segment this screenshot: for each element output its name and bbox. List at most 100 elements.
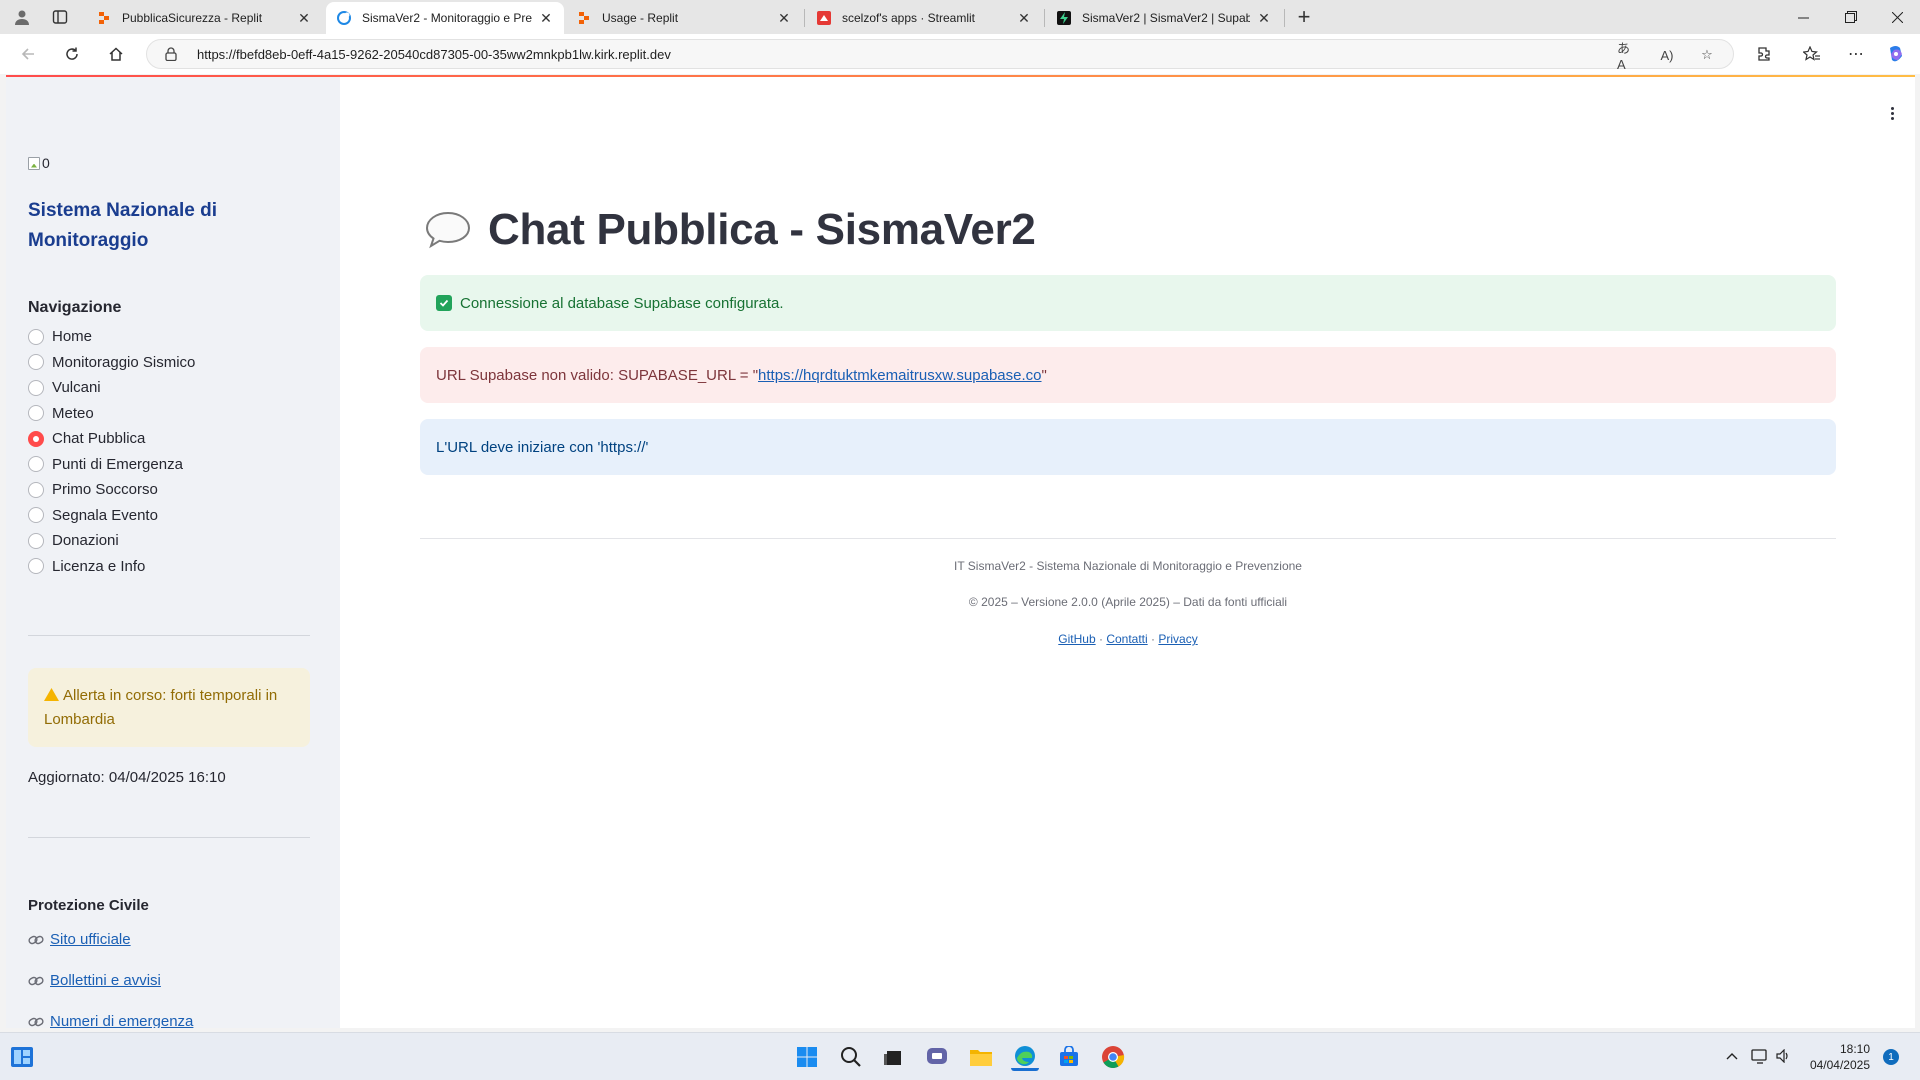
search-icon[interactable] xyxy=(837,1043,865,1071)
chrome-icon[interactable] xyxy=(1099,1043,1127,1071)
radio-button[interactable] xyxy=(28,532,44,549)
favorites-icon[interactable] xyxy=(1800,42,1824,66)
read-aloud-icon[interactable]: A) xyxy=(1657,47,1677,63)
sidebar-divider xyxy=(28,635,310,636)
radio-button[interactable] xyxy=(28,328,44,345)
nav-radio-home[interactable]: Home xyxy=(28,324,195,350)
address-bar-row: https://fbefd8eb-0eff-4a15-9262-20540cd8… xyxy=(0,34,1920,74)
translate-icon[interactable]: あA xyxy=(1617,41,1637,72)
file-explorer-icon[interactable] xyxy=(967,1043,995,1071)
link-icon xyxy=(28,935,44,944)
tab-pubblicasicurezza[interactable]: PubblicaSicurezza - Replit ✕ xyxy=(86,2,322,34)
nav-radio-punti-di-emergenza[interactable]: Punti di Emergenza xyxy=(28,452,195,478)
tab-close-icon[interactable]: ✕ xyxy=(296,10,312,26)
streamlit-icon xyxy=(816,10,832,26)
radio-button[interactable] xyxy=(28,379,44,396)
system-clock[interactable]: 18:10 04/04/2025 xyxy=(1800,1041,1870,1073)
error-alert: URL Supabase non valido: SUPABASE_URL = … xyxy=(420,347,1836,403)
tab-close-icon[interactable]: ✕ xyxy=(776,10,792,26)
tab-separator xyxy=(1044,9,1045,27)
link-icon xyxy=(28,1017,44,1026)
lock-icon[interactable] xyxy=(165,47,181,61)
nav-radio-licenza-e-info[interactable]: Licenza e Info xyxy=(28,554,195,580)
extensions-icon[interactable] xyxy=(1752,42,1776,66)
radio-button[interactable] xyxy=(28,456,44,473)
browser-tab-strip: PubblicaSicurezza - Replit ✕ SismaVer2 -… xyxy=(0,0,1920,34)
replit-icon xyxy=(96,10,112,26)
tab-close-icon[interactable]: ✕ xyxy=(1016,10,1032,26)
favorite-star-icon[interactable]: ☆ xyxy=(1697,47,1717,63)
show-hidden-icons[interactable] xyxy=(1722,1046,1742,1066)
warning-icon xyxy=(44,688,59,701)
clock-time: 18:10 xyxy=(1839,1042,1870,1056)
new-tab-button[interactable]: + xyxy=(1290,4,1318,30)
nav-radio-chat-pubblica[interactable]: Chat Pubblica xyxy=(28,426,195,452)
radio-button[interactable] xyxy=(28,507,44,524)
nav-radio-monitoraggio-sismico[interactable]: Monitoraggio Sismico xyxy=(28,350,195,376)
link-numeri-di-emergenza[interactable]: Numeri di emergenza xyxy=(28,1013,193,1028)
footer-copyright: © 2025 – Versione 2.0.0 (Aprile 2025) – … xyxy=(968,595,1288,609)
tab-separator xyxy=(804,9,805,27)
page-title: Chat Pubblica - SismaVer2 xyxy=(488,205,1036,254)
footer-links: GitHub · Contatti · Privacy xyxy=(1058,632,1198,646)
sidebar-title: Sistema Nazionale di Monitoraggio xyxy=(28,200,218,251)
tab-close-icon[interactable]: ✕ xyxy=(1256,10,1272,26)
tab-usage-replit[interactable]: Usage - Replit ✕ xyxy=(566,2,802,34)
reload-button[interactable] xyxy=(56,40,88,68)
tab-supabase[interactable]: SismaVer2 | SismaVer2 | Supabase ✕ xyxy=(1046,2,1282,34)
task-view-icon[interactable] xyxy=(879,1043,907,1071)
copilot-icon[interactable] xyxy=(1884,42,1908,66)
link-bollettini-e-avvisi[interactable]: Bollettini e avvisi xyxy=(28,972,161,989)
contatti-link[interactable]: Contatti xyxy=(1106,632,1147,646)
nav-radio-meteo[interactable]: Meteo xyxy=(28,401,195,427)
page-heading: Chat Pubblica - SismaVer2 xyxy=(424,205,1036,255)
nav-radio-primo-soccorso[interactable]: Primo Soccorso xyxy=(28,477,195,503)
radio-button-selected[interactable] xyxy=(28,430,44,447)
volume-icon[interactable] xyxy=(1774,1046,1794,1066)
tab-close-icon[interactable]: ✕ xyxy=(538,10,554,26)
tab-streamlit-apps[interactable]: scelzof's apps · Streamlit ✕ xyxy=(806,2,1042,34)
tab-sismaver2[interactable]: SismaVer2 - Monitoraggio e Prev ✕ xyxy=(326,2,564,34)
home-button[interactable] xyxy=(100,40,132,68)
footer-title: IT SismaVer2 - Sistema Nazionale di Moni… xyxy=(954,559,1302,573)
navigation-radio-group: Home Monitoraggio Sismico Vulcani Meteo … xyxy=(28,324,195,579)
radio-button[interactable] xyxy=(28,354,44,371)
notification-badge[interactable]: 1 xyxy=(1883,1049,1899,1065)
profile-icon[interactable] xyxy=(8,4,36,30)
network-icon[interactable] xyxy=(1750,1046,1770,1066)
store-icon[interactable] xyxy=(1055,1043,1083,1071)
radio-button[interactable] xyxy=(28,558,44,575)
close-window-button[interactable] xyxy=(1874,0,1920,34)
footer-divider xyxy=(420,538,1836,539)
radio-button[interactable] xyxy=(28,405,44,422)
more-menu-icon[interactable]: ⋯ xyxy=(1844,42,1868,66)
nav-radio-vulcani[interactable]: Vulcani xyxy=(28,375,195,401)
start-icon[interactable] xyxy=(793,1043,821,1071)
nav-radio-segnala-evento[interactable]: Segnala Evento xyxy=(28,503,195,529)
privacy-link[interactable]: Privacy xyxy=(1158,632,1197,646)
link-sito-ufficiale[interactable]: Sito ufficiale xyxy=(28,931,131,948)
widgets-icon[interactable] xyxy=(8,1043,36,1071)
page-viewport: 0 Sistema Nazionale di Monitoraggio Navi… xyxy=(6,75,1915,1028)
logo-image: 0 xyxy=(28,155,50,171)
teams-chat-icon[interactable] xyxy=(923,1043,951,1071)
restore-button[interactable] xyxy=(1828,0,1874,34)
sidebar-divider xyxy=(28,837,310,838)
supabase-icon xyxy=(1056,10,1072,26)
windows-taskbar: 18:10 04/04/2025 1 xyxy=(0,1032,1920,1080)
app-menu-icon[interactable] xyxy=(1882,103,1902,123)
streamlit-app-icon xyxy=(336,10,352,26)
speech-bubble-icon xyxy=(425,211,471,249)
last-updated-text: Aggiornato: 04/04/2025 16:10 xyxy=(28,769,226,786)
url-text[interactable]: https://fbefd8eb-0eff-4a15-9262-20540cd8… xyxy=(197,47,671,62)
supabase-url-link[interactable]: https://hqrdtuktmkemaitrusxw.supabase.co xyxy=(758,367,1041,384)
edge-browser-icon[interactable] xyxy=(1011,1043,1039,1071)
info-alert: L'URL deve iniziare con 'https://' xyxy=(420,419,1836,475)
nav-radio-donazioni[interactable]: Donazioni xyxy=(28,528,195,554)
github-link[interactable]: GitHub xyxy=(1058,632,1095,646)
radio-button[interactable] xyxy=(28,481,44,498)
back-button[interactable] xyxy=(12,40,44,68)
tab-actions-icon[interactable] xyxy=(46,4,74,30)
minimize-button[interactable] xyxy=(1780,0,1826,34)
url-field[interactable]: https://fbefd8eb-0eff-4a15-9262-20540cd8… xyxy=(146,39,1734,72)
